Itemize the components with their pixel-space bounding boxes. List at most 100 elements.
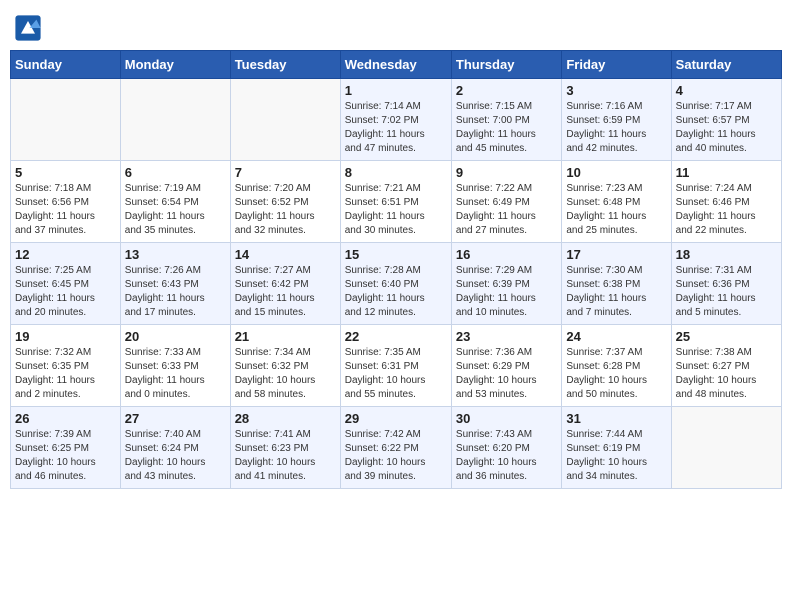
day-number: 14: [235, 247, 336, 262]
day-number: 23: [456, 329, 557, 344]
day-info: Sunrise: 7:18 AM Sunset: 6:56 PM Dayligh…: [15, 182, 116, 238]
day-number: 5: [15, 165, 116, 180]
calendar-cell: 19Sunrise: 7:32 AM Sunset: 6:35 PM Dayli…: [11, 325, 121, 407]
day-number: 15: [345, 247, 447, 262]
calendar-cell: 18 Sunrise: 7:31 AM Sunset: 6:36 PM Dayli…: [671, 243, 781, 325]
day-number: 25: [676, 329, 777, 344]
day-info: Sunrise: 7:40 AM Sunset: 6:24 PM Dayligh…: [125, 428, 226, 484]
calendar-week-3: 12 Sunrise: 7:25 AM Sunset: 6:45 PM Dayli…: [11, 243, 782, 325]
calendar-cell: 28Sunrise: 7:41 AM Sunset: 6:23 PM Dayli…: [230, 407, 340, 489]
day-number: 22: [345, 329, 447, 344]
logo: [14, 14, 44, 42]
calendar-week-2: 5 Sunrise: 7:18 AM Sunset: 6:56 PM Daylig…: [11, 161, 782, 243]
day-number: 4: [676, 83, 777, 98]
calendar-cell: 24 Sunrise: 7:37 AM Sunset: 6:28 PM Dayli…: [562, 325, 671, 407]
calendar-cell: 27 Sunrise: 7:40 AM Sunset: 6:24 PM Dayli…: [120, 407, 230, 489]
calendar-cell: 12 Sunrise: 7:25 AM Sunset: 6:45 PM Dayli…: [11, 243, 121, 325]
logo-icon: [14, 14, 42, 42]
calendar-cell: 16 Sunrise: 7:29 AM Sunset: 6:39 PM Dayli…: [451, 243, 561, 325]
column-header-wednesday: Wednesday: [340, 51, 451, 79]
day-info: Sunrise: 7:14 AM Sunset: 7:02 PM Dayligh…: [345, 100, 447, 156]
calendar-cell: [230, 79, 340, 161]
calendar-cell: 11 Sunrise: 7:24 AM Sunset: 6:46 PM Dayli…: [671, 161, 781, 243]
calendar-week-4: 19Sunrise: 7:32 AM Sunset: 6:35 PM Dayli…: [11, 325, 782, 407]
day-number: 11: [676, 165, 777, 180]
day-number: 28: [235, 411, 336, 426]
day-number: 7: [235, 165, 336, 180]
day-number: 2: [456, 83, 557, 98]
column-header-sunday: Sunday: [11, 51, 121, 79]
day-info: Sunrise: 7:36 AM Sunset: 6:29 PM Dayligh…: [456, 346, 557, 402]
column-header-tuesday: Tuesday: [230, 51, 340, 79]
day-number: 1: [345, 83, 447, 98]
day-number: 27: [125, 411, 226, 426]
calendar-cell: 17Sunrise: 7:30 AM Sunset: 6:38 PM Dayli…: [562, 243, 671, 325]
calendar-cell: 4 Sunrise: 7:17 AM Sunset: 6:57 PM Daylig…: [671, 79, 781, 161]
calendar-table: SundayMondayTuesdayWednesdayThursdayFrid…: [10, 50, 782, 489]
calendar-cell: 30Sunrise: 7:43 AM Sunset: 6:20 PM Dayli…: [451, 407, 561, 489]
day-number: 20: [125, 329, 226, 344]
day-info: Sunrise: 7:23 AM Sunset: 6:48 PM Dayligh…: [566, 182, 666, 238]
calendar-cell: 5 Sunrise: 7:18 AM Sunset: 6:56 PM Daylig…: [11, 161, 121, 243]
calendar-cell: 20 Sunrise: 7:33 AM Sunset: 6:33 PM Dayli…: [120, 325, 230, 407]
calendar-cell: 7 Sunrise: 7:20 AM Sunset: 6:52 PM Daylig…: [230, 161, 340, 243]
day-info: Sunrise: 7:27 AM Sunset: 6:42 PM Dayligh…: [235, 264, 336, 320]
day-number: 10: [566, 165, 666, 180]
day-number: 24: [566, 329, 666, 344]
calendar-cell: 15Sunrise: 7:28 AM Sunset: 6:40 PM Dayli…: [340, 243, 451, 325]
day-number: 6: [125, 165, 226, 180]
day-info: Sunrise: 7:16 AM Sunset: 6:59 PM Dayligh…: [566, 100, 666, 156]
day-info: Sunrise: 7:22 AM Sunset: 6:49 PM Dayligh…: [456, 182, 557, 238]
calendar-cell: 22 Sunrise: 7:35 AM Sunset: 6:31 PM Dayli…: [340, 325, 451, 407]
day-number: 12: [15, 247, 116, 262]
day-number: 9: [456, 165, 557, 180]
calendar-week-1: 1 Sunrise: 7:14 AM Sunset: 7:02 PM Daylig…: [11, 79, 782, 161]
day-number: 16: [456, 247, 557, 262]
day-number: 26: [15, 411, 116, 426]
calendar-cell: [671, 407, 781, 489]
day-info: Sunrise: 7:20 AM Sunset: 6:52 PM Dayligh…: [235, 182, 336, 238]
column-header-monday: Monday: [120, 51, 230, 79]
day-info: Sunrise: 7:39 AM Sunset: 6:25 PM Dayligh…: [15, 428, 116, 484]
day-info: Sunrise: 7:17 AM Sunset: 6:57 PM Dayligh…: [676, 100, 777, 156]
day-info: Sunrise: 7:31 AM Sunset: 6:36 PM Dayligh…: [676, 264, 777, 320]
day-number: 13: [125, 247, 226, 262]
calendar-cell: 6 Sunrise: 7:19 AM Sunset: 6:54 PM Daylig…: [120, 161, 230, 243]
day-info: Sunrise: 7:24 AM Sunset: 6:46 PM Dayligh…: [676, 182, 777, 238]
calendar-cell: 9 Sunrise: 7:22 AM Sunset: 6:49 PM Daylig…: [451, 161, 561, 243]
day-info: Sunrise: 7:26 AM Sunset: 6:43 PM Dayligh…: [125, 264, 226, 320]
day-info: Sunrise: 7:43 AM Sunset: 6:20 PM Dayligh…: [456, 428, 557, 484]
calendar-cell: [11, 79, 121, 161]
calendar-cell: 2 Sunrise: 7:15 AM Sunset: 7:00 PM Daylig…: [451, 79, 561, 161]
day-info: Sunrise: 7:37 AM Sunset: 6:28 PM Dayligh…: [566, 346, 666, 402]
day-info: Sunrise: 7:21 AM Sunset: 6:51 PM Dayligh…: [345, 182, 447, 238]
calendar-week-5: 26 Sunrise: 7:39 AM Sunset: 6:25 PM Dayli…: [11, 407, 782, 489]
calendar-cell: 26 Sunrise: 7:39 AM Sunset: 6:25 PM Dayli…: [11, 407, 121, 489]
calendar-cell: 13 Sunrise: 7:26 AM Sunset: 6:43 PM Dayli…: [120, 243, 230, 325]
day-info: Sunrise: 7:25 AM Sunset: 6:45 PM Dayligh…: [15, 264, 116, 320]
day-number: 31: [566, 411, 666, 426]
calendar-cell: 25 Sunrise: 7:38 AM Sunset: 6:27 PM Dayli…: [671, 325, 781, 407]
calendar-cell: 14 Sunrise: 7:27 AM Sunset: 6:42 PM Dayli…: [230, 243, 340, 325]
day-info: Sunrise: 7:29 AM Sunset: 6:39 PM Dayligh…: [456, 264, 557, 320]
day-info: Sunrise: 7:30 AM Sunset: 6:38 PM Dayligh…: [566, 264, 666, 320]
day-info: Sunrise: 7:38 AM Sunset: 6:27 PM Dayligh…: [676, 346, 777, 402]
day-info: Sunrise: 7:34 AM Sunset: 6:32 PM Dayligh…: [235, 346, 336, 402]
calendar-cell: 29Sunrise: 7:42 AM Sunset: 6:22 PM Dayli…: [340, 407, 451, 489]
day-info: Sunrise: 7:19 AM Sunset: 6:54 PM Dayligh…: [125, 182, 226, 238]
day-info: Sunrise: 7:15 AM Sunset: 7:00 PM Dayligh…: [456, 100, 557, 156]
calendar-cell: 1 Sunrise: 7:14 AM Sunset: 7:02 PM Daylig…: [340, 79, 451, 161]
day-number: 21: [235, 329, 336, 344]
day-info: Sunrise: 7:32 AM Sunset: 6:35 PM Dayligh…: [15, 346, 116, 402]
calendar-cell: 23 Sunrise: 7:36 AM Sunset: 6:29 PM Dayli…: [451, 325, 561, 407]
calendar-cell: 8Sunrise: 7:21 AM Sunset: 6:51 PM Daylig…: [340, 161, 451, 243]
calendar-cell: 10 Sunrise: 7:23 AM Sunset: 6:48 PM Dayli…: [562, 161, 671, 243]
page-header: [10, 10, 782, 42]
day-info: Sunrise: 7:33 AM Sunset: 6:33 PM Dayligh…: [125, 346, 226, 402]
calendar-cell: 31Sunrise: 7:44 AM Sunset: 6:19 PM Dayli…: [562, 407, 671, 489]
day-info: Sunrise: 7:42 AM Sunset: 6:22 PM Dayligh…: [345, 428, 447, 484]
calendar-cell: 3Sunrise: 7:16 AM Sunset: 6:59 PM Daylig…: [562, 79, 671, 161]
day-number: 18: [676, 247, 777, 262]
column-header-saturday: Saturday: [671, 51, 781, 79]
day-info: Sunrise: 7:35 AM Sunset: 6:31 PM Dayligh…: [345, 346, 447, 402]
